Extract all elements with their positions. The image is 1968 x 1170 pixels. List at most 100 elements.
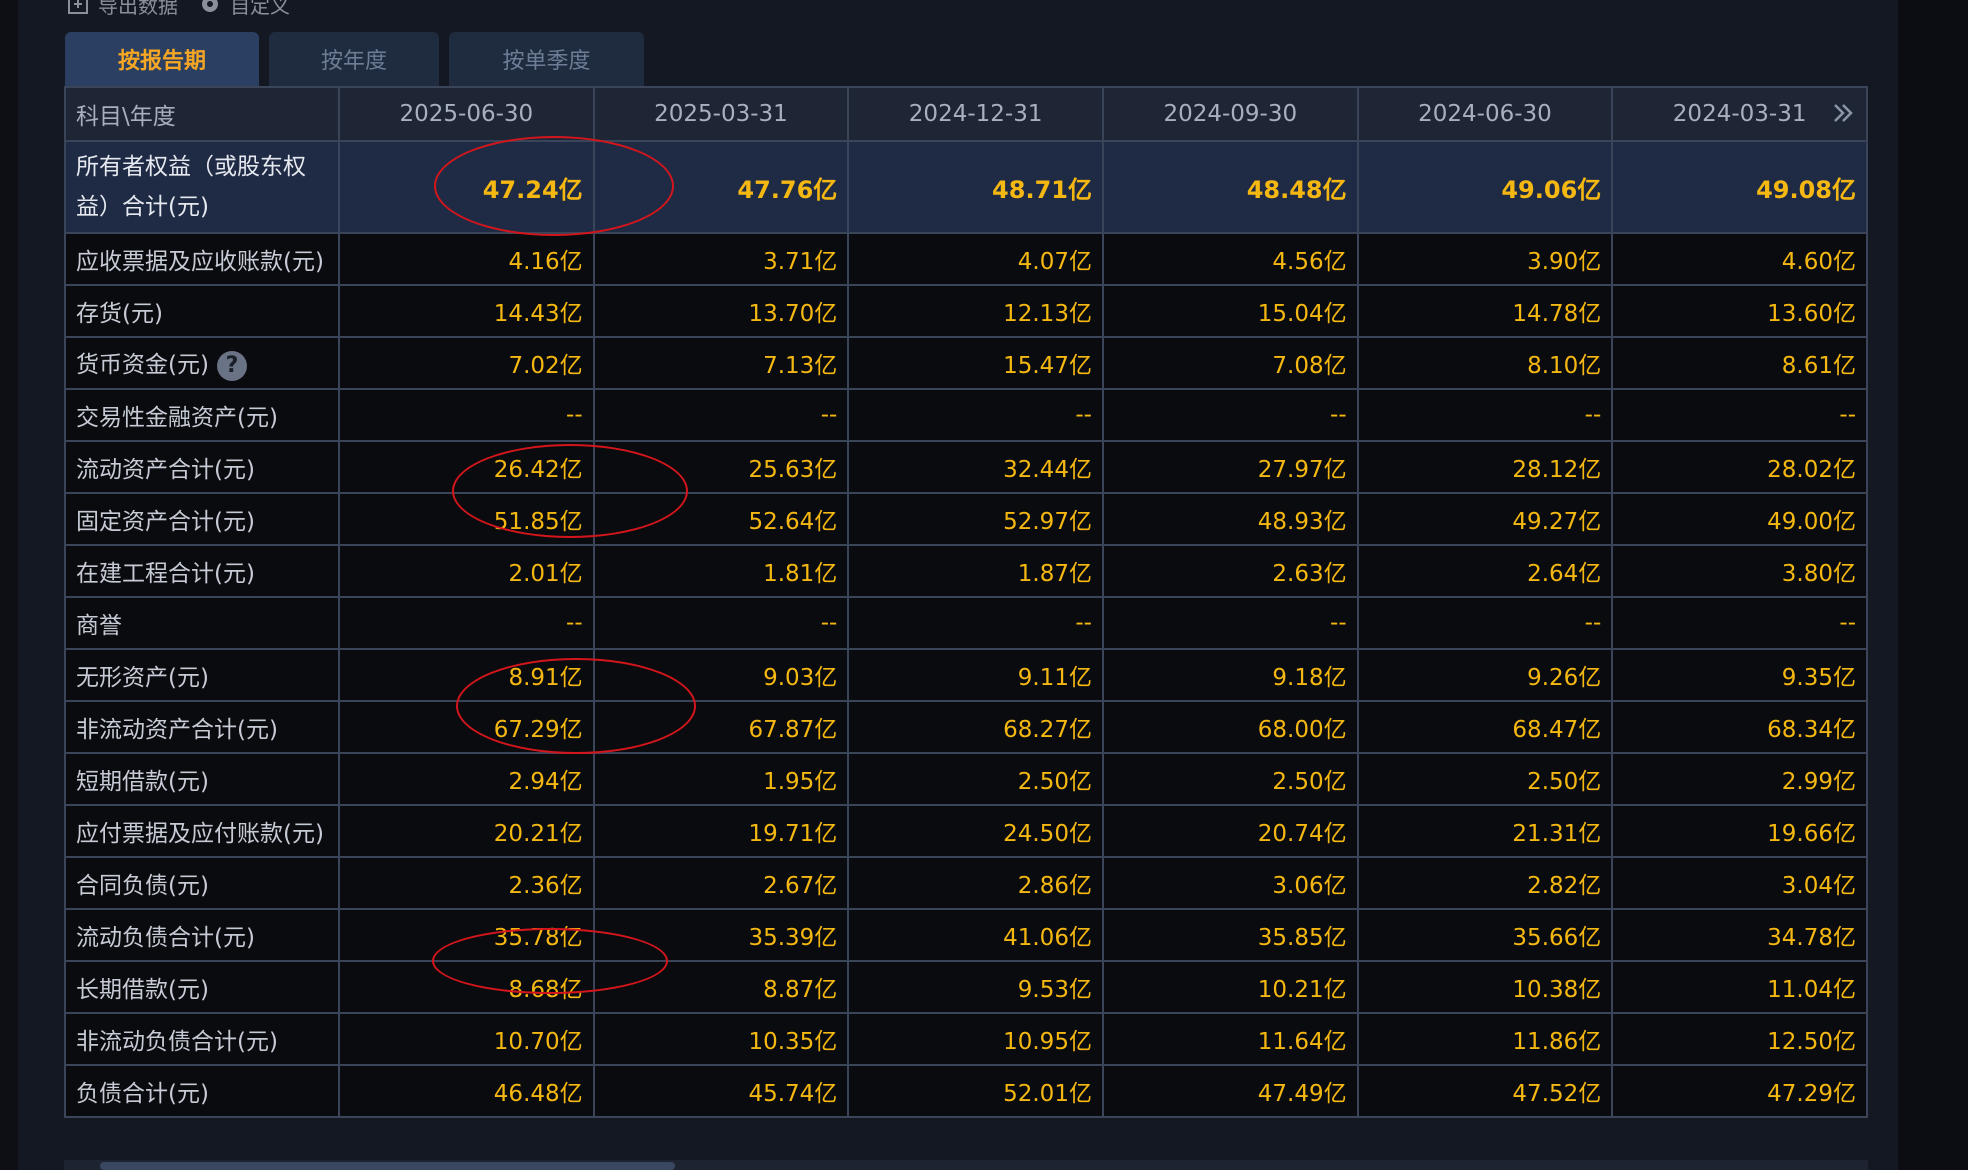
value-cell: 11.64亿 — [1101, 1012, 1359, 1066]
table-row: 负债合计(元) 46.48亿 45.74亿 52.01亿 47.49亿 47.52亿 47.… — [64, 1064, 1868, 1118]
value-cell: 1.87亿 — [847, 544, 1104, 598]
header-period-last: 2024-03-31 — [1611, 86, 1868, 142]
value-cell: 3.06亿 — [1101, 856, 1359, 910]
table-row: 商誉 -- -- -- -- -- -- — [64, 596, 1868, 650]
value-cell: 10.21亿 — [1101, 960, 1359, 1014]
window-left-edge — [0, 0, 18, 1170]
value-cell: -- — [1101, 388, 1359, 442]
value-cell: 9.35亿 — [1611, 648, 1868, 702]
help-icon[interactable]: ? — [216, 350, 247, 381]
table-row: 应付票据及应付账款(元) 20.21亿 19.71亿 24.50亿 20.74亿 21.3… — [64, 804, 1868, 858]
value-cell: 12.13亿 — [847, 284, 1104, 338]
value-cell: 15.04亿 — [1101, 284, 1359, 338]
value-cell: 10.38亿 — [1356, 960, 1614, 1014]
value-cell: 19.66亿 — [1611, 804, 1868, 858]
value-cell: 28.02亿 — [1611, 440, 1868, 494]
header-period: 2025-06-30 — [338, 86, 595, 142]
value-cell: 3.90亿 — [1356, 232, 1614, 286]
header-period: 2024-03-31 — [1672, 101, 1807, 127]
customize-button[interactable]: 自定义 — [198, 0, 290, 18]
value-cell: 9.26亿 — [1356, 648, 1614, 702]
scrollbar-thumb[interactable] — [100, 1162, 675, 1170]
value-cell: 13.70亿 — [592, 284, 850, 338]
row-label: 非流动负债合计(元) — [64, 1012, 340, 1066]
value-cell: 2.50亿 — [847, 752, 1104, 806]
value-cell: 47.24亿 — [338, 140, 595, 234]
table-row: 非流动资产合计(元) 67.29亿 67.87亿 68.27亿 68.00亿 68.47亿… — [64, 700, 1868, 754]
value-cell: 48.93亿 — [1101, 492, 1359, 546]
row-label-text: 存货(元) — [76, 301, 163, 327]
value-cell: 9.53亿 — [847, 960, 1104, 1014]
row-label: 长期借款(元) — [64, 960, 340, 1014]
value-cell: 34.78亿 — [1611, 908, 1868, 962]
value-cell: 52.01亿 — [847, 1064, 1104, 1118]
row-label-text: 非流动资产合计(元) — [76, 717, 278, 743]
table-header-row: 科目\年度 2025-06-30 2025-03-31 2024-12-31 2… — [64, 86, 1868, 142]
export-data-label: 导出数据 — [98, 0, 178, 18]
header-subject-year: 科目\年度 — [64, 86, 340, 142]
row-label-text: 应付票据及应付账款(元) — [76, 821, 324, 847]
table-row: 固定资产合计(元) 51.85亿 52.64亿 52.97亿 48.93亿 49.27亿 4… — [64, 492, 1868, 546]
export-data-button[interactable]: 导出数据 — [66, 0, 178, 18]
value-cell: 10.70亿 — [338, 1012, 595, 1066]
value-cell: 68.34亿 — [1611, 700, 1868, 754]
value-cell: 8.91亿 — [338, 648, 595, 702]
value-cell: 14.43亿 — [338, 284, 595, 338]
tab-by-quarter[interactable]: 按单季度 — [449, 32, 644, 86]
value-cell: 47.52亿 — [1356, 1064, 1614, 1118]
value-cell: 48.71亿 — [847, 140, 1104, 234]
value-cell: 2.01亿 — [338, 544, 595, 598]
row-label: 流动资产合计(元) — [64, 440, 340, 494]
tab-by-year[interactable]: 按年度 — [269, 32, 439, 86]
value-cell: 3.80亿 — [1611, 544, 1868, 598]
row-label: 货币资金(元)? — [64, 336, 340, 390]
row-label-text: 非流动负债合计(元) — [76, 1029, 278, 1055]
row-label-text: 货币资金(元) — [76, 352, 209, 379]
value-cell: 8.10亿 — [1356, 336, 1614, 390]
row-label-text: 交易性金融资产(元) — [76, 405, 278, 431]
value-cell: 47.49亿 — [1101, 1064, 1359, 1118]
double-chevron-right-icon[interactable] — [1830, 100, 1856, 126]
row-label-text: 合同负债(元) — [76, 873, 209, 899]
header-period: 2025-03-31 — [592, 86, 850, 142]
value-cell: 2.67亿 — [592, 856, 850, 910]
value-cell: 11.86亿 — [1356, 1012, 1614, 1066]
value-cell: -- — [1356, 596, 1614, 650]
value-cell: -- — [847, 388, 1104, 442]
tab-by-report-period[interactable]: 按报告期 — [65, 32, 259, 86]
value-cell: 28.12亿 — [1356, 440, 1614, 494]
value-cell: 2.50亿 — [1356, 752, 1614, 806]
value-cell: -- — [1356, 388, 1614, 442]
value-cell: 32.44亿 — [847, 440, 1104, 494]
value-cell: 35.78亿 — [338, 908, 595, 962]
value-cell: 2.94亿 — [338, 752, 595, 806]
toolbar: 导出数据 自定义 — [66, 0, 290, 18]
value-cell: 68.27亿 — [847, 700, 1104, 754]
value-cell: 9.18亿 — [1101, 648, 1359, 702]
value-cell: 49.00亿 — [1611, 492, 1868, 546]
row-label-text: 商誉 — [76, 613, 122, 639]
table-row: 流动负债合计(元) 35.78亿 35.39亿 41.06亿 35.85亿 35.66亿 3… — [64, 908, 1868, 962]
value-cell: 35.66亿 — [1356, 908, 1614, 962]
period-tabs: 按报告期 按年度 按单季度 — [65, 32, 644, 86]
row-label: 负债合计(元) — [64, 1064, 340, 1118]
value-cell: -- — [1611, 596, 1868, 650]
value-cell: 51.85亿 — [338, 492, 595, 546]
value-cell: 7.08亿 — [1101, 336, 1359, 390]
value-cell: 2.86亿 — [847, 856, 1104, 910]
row-label: 固定资产合计(元) — [64, 492, 340, 546]
row-label: 无形资产(元) — [64, 648, 340, 702]
row-label: 存货(元) — [64, 284, 340, 338]
export-icon — [68, 0, 88, 14]
value-cell: -- — [847, 596, 1104, 650]
value-cell: 67.87亿 — [592, 700, 850, 754]
value-cell: 10.95亿 — [847, 1012, 1104, 1066]
value-cell: 9.11亿 — [847, 648, 1104, 702]
value-cell: 45.74亿 — [592, 1064, 850, 1118]
value-cell: 49.06亿 — [1356, 140, 1614, 234]
customize-label: 自定义 — [230, 0, 290, 18]
row-label: 流动负债合计(元) — [64, 908, 340, 962]
balance-sheet-table: 科目\年度 2025-06-30 2025-03-31 2024-12-31 2… — [64, 86, 1868, 1118]
value-cell: 8.87亿 — [592, 960, 850, 1014]
row-label-text: 应收票据及应收账款(元) — [76, 249, 324, 275]
